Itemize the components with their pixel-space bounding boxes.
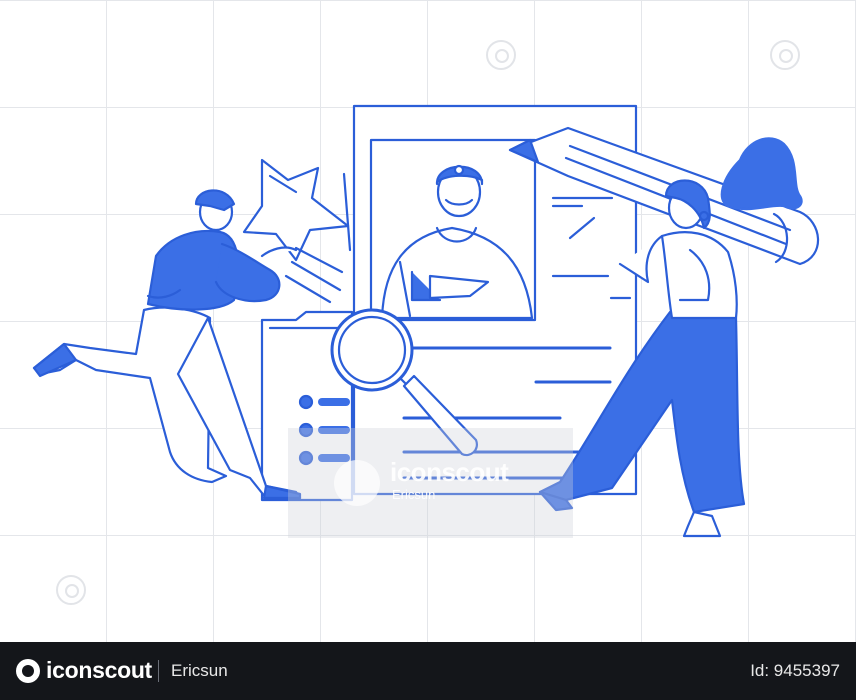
footer-divider [158, 660, 159, 682]
footer-asset-id: Id: 9455397 [750, 661, 840, 680]
footer-author: Ericsun [171, 661, 228, 680]
footer-brand: iconscout [46, 657, 152, 683]
watermark-author: Ericsun [392, 487, 436, 502]
watermark-brand: iconscout [390, 457, 509, 487]
footer-bar: iconscout Ericsun Id: 9455397 [0, 642, 856, 700]
watermark-logo-icon [334, 460, 380, 506]
man-figure [32, 189, 302, 500]
iconscout-logo-icon [16, 659, 40, 683]
resume-illustration [32, 104, 820, 538]
